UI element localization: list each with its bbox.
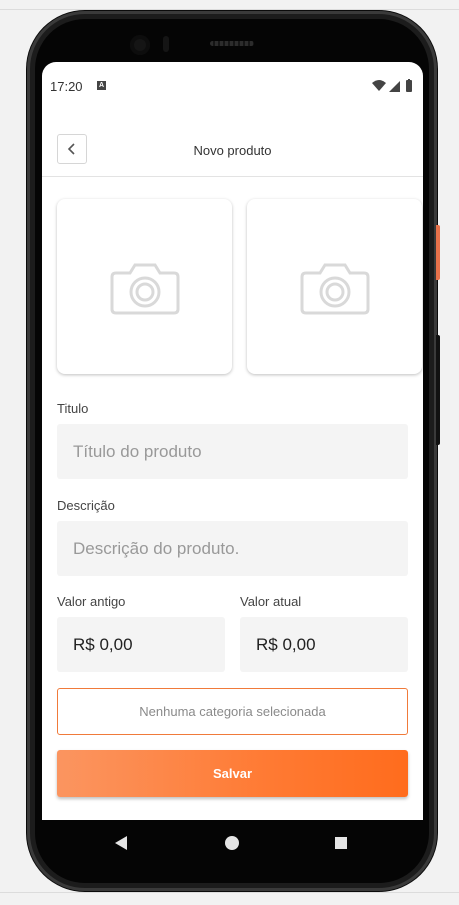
current-price-label: Valor atual [240, 594, 302, 609]
earpiece-speaker [210, 41, 254, 46]
save-button[interactable]: Salvar [57, 750, 408, 797]
old-price-input[interactable]: R$ 0,00 [57, 617, 225, 672]
text-a-icon: A [97, 81, 106, 90]
current-price-input[interactable]: R$ 0,00 [240, 617, 408, 672]
camera-icon [300, 263, 369, 314]
front-camera [130, 35, 150, 55]
signal-icon [389, 81, 400, 92]
category-select-button[interactable]: Nenhuma categoria selecionada [57, 688, 408, 735]
camera-icon [110, 263, 179, 314]
photo-slot-2[interactable] [247, 199, 422, 374]
status-bar: 17:20 A [42, 62, 423, 110]
recents-square-icon[interactable] [335, 837, 347, 849]
old-price-label: Valor antigo [57, 594, 126, 609]
page-title: Novo produto [193, 143, 272, 158]
app-screen: 17:20 A Novo produto Titulo Título do pr… [42, 62, 423, 820]
status-time: 17:20 [50, 79, 83, 94]
title-label: Titulo [57, 401, 89, 416]
status-icons [372, 79, 412, 92]
home-circle-icon[interactable] [225, 836, 239, 850]
power-button [436, 225, 440, 280]
back-triangle-icon[interactable] [115, 836, 127, 850]
page-divider-top [0, 9, 459, 10]
title-input[interactable]: Título do produto [57, 424, 408, 479]
volume-button [436, 335, 440, 445]
wifi-icon [372, 80, 386, 91]
description-label: Descrição [57, 498, 115, 513]
system-nav-bar [42, 820, 423, 868]
description-input[interactable]: Descrição do produto. [57, 521, 408, 576]
app-header: Novo produto [42, 110, 423, 177]
photo-slot-1[interactable] [57, 199, 232, 374]
page-divider-bottom [0, 892, 459, 893]
sensor [163, 36, 169, 52]
battery-icon [406, 80, 412, 92]
